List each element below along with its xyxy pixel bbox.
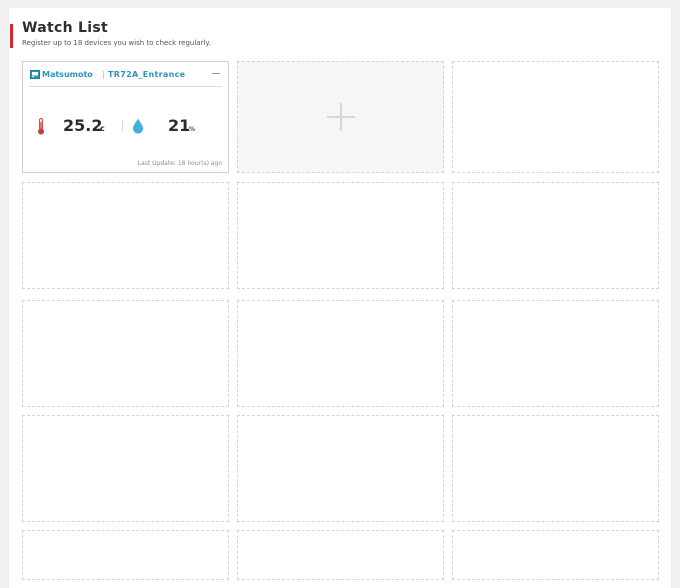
add-device-slot[interactable] bbox=[237, 61, 444, 173]
empty-slot bbox=[452, 300, 659, 407]
device-group-link[interactable]: Matsumoto bbox=[42, 68, 93, 81]
empty-slot bbox=[237, 530, 444, 580]
title-accent-bar bbox=[10, 24, 13, 48]
empty-slot bbox=[22, 182, 229, 289]
humidity-unit: % bbox=[189, 126, 196, 133]
empty-slot bbox=[452, 182, 659, 289]
humidity-value: 21 bbox=[168, 116, 191, 135]
page-subtitle: Register up to 18 devices you wish to ch… bbox=[22, 39, 211, 47]
empty-slot bbox=[237, 182, 444, 289]
page-title: Watch List bbox=[22, 20, 108, 36]
device-card-header: Matsumoto | TR72A_Entrance bbox=[29, 68, 222, 87]
watch-list-grid: Matsumoto | TR72A_Entrance 25.2 c 21 % L… bbox=[22, 61, 660, 581]
empty-slot bbox=[452, 530, 659, 580]
name-separator: | bbox=[102, 70, 105, 79]
empty-slot bbox=[22, 300, 229, 407]
device-name-link[interactable]: TR72A_Entrance bbox=[108, 68, 185, 81]
device-icon bbox=[30, 70, 40, 79]
value-divider bbox=[122, 121, 123, 131]
last-update-text: Last Update: 18 hour(s) ago bbox=[137, 160, 222, 167]
temperature-value: 25.2 bbox=[63, 116, 103, 135]
empty-slot bbox=[22, 415, 229, 522]
minus-icon[interactable] bbox=[212, 73, 220, 74]
empty-slot bbox=[22, 530, 229, 580]
empty-slot bbox=[237, 300, 444, 407]
empty-slot bbox=[452, 61, 659, 173]
plus-icon[interactable] bbox=[326, 103, 355, 131]
water-drop-icon bbox=[133, 118, 143, 134]
thermometer-icon bbox=[38, 118, 44, 135]
empty-slot bbox=[452, 415, 659, 522]
empty-slot bbox=[237, 415, 444, 522]
temperature-unit: c bbox=[100, 124, 105, 133]
device-card[interactable]: Matsumoto | TR72A_Entrance 25.2 c 21 % L… bbox=[22, 61, 229, 173]
